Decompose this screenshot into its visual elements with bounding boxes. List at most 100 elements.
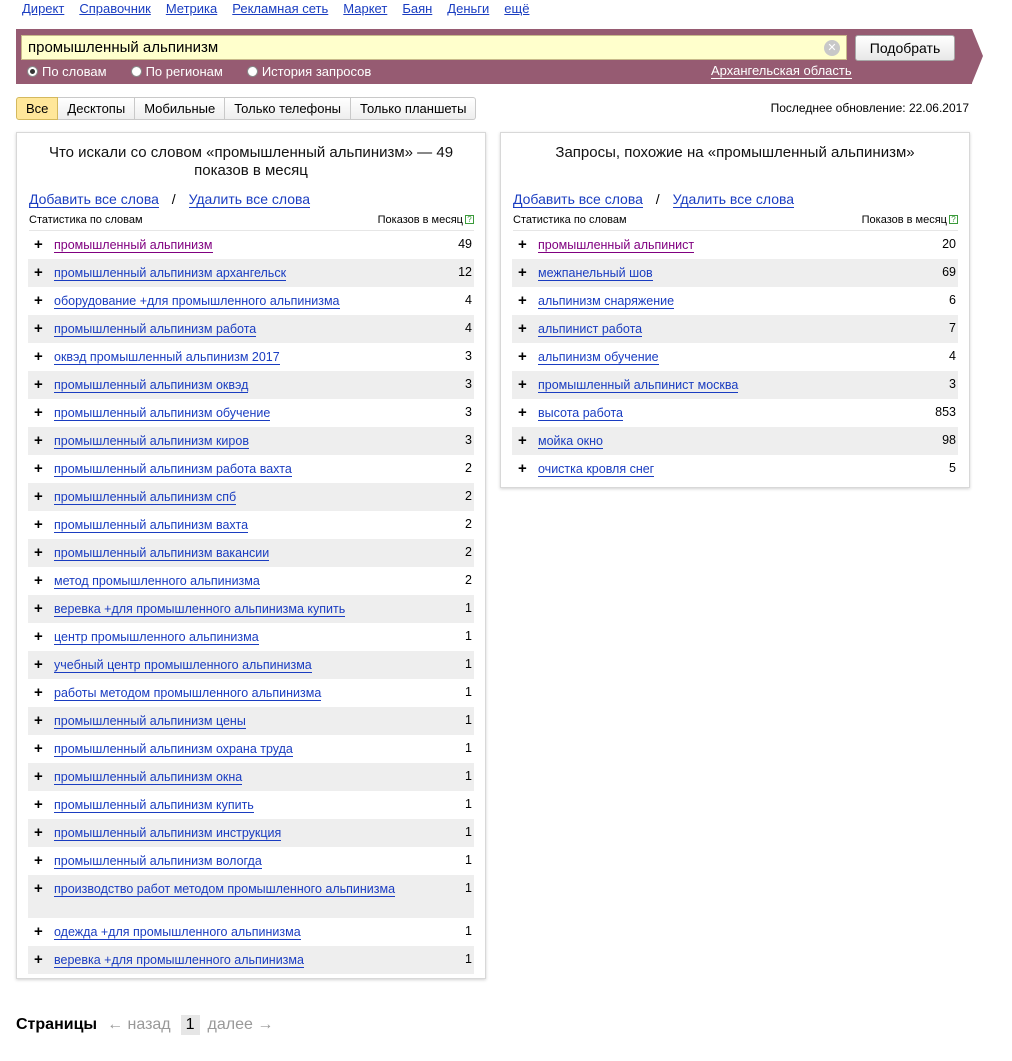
plus-icon[interactable]: + <box>518 377 532 392</box>
phrase-link[interactable]: промышленный альпинизм вологда <box>54 854 262 869</box>
plus-icon[interactable]: + <box>34 321 48 336</box>
radio-unchecked-icon[interactable] <box>246 66 258 77</box>
phrase-link[interactable]: веревка +для промышленного альпинизма <box>54 953 304 968</box>
plus-icon[interactable]: + <box>34 405 48 420</box>
plus-icon[interactable]: + <box>34 881 48 896</box>
tab-all[interactable]: Все <box>16 97 59 120</box>
remove-all-words-link[interactable]: Удалить все слова <box>672 191 795 208</box>
phrase-link[interactable]: промышленный альпинизм оквэд <box>54 378 249 393</box>
nav-direct[interactable]: Директ <box>22 1 64 17</box>
plus-icon[interactable]: + <box>34 657 48 672</box>
plus-icon[interactable]: + <box>34 825 48 840</box>
phrase-link[interactable]: промышленный альпинизм окна <box>54 770 243 785</box>
phrase-link[interactable]: мойка окно <box>538 434 603 449</box>
search-input[interactable] <box>22 36 824 59</box>
nav-metrika[interactable]: Метрика <box>166 1 217 17</box>
phrase-link[interactable]: промышленный альпинизм инструкция <box>54 826 282 841</box>
submit-button[interactable]: Подобрать <box>855 35 955 61</box>
plus-icon[interactable]: + <box>34 713 48 728</box>
phrase-link[interactable]: производство работ методом промышленного… <box>54 882 396 897</box>
add-all-words-link[interactable]: Добавить все слова <box>513 191 643 208</box>
table-row: + промышленный альпинизм киров 3 <box>28 427 474 455</box>
phrase-link[interactable]: одежда +для промышленного альпинизма <box>54 925 301 940</box>
plus-icon[interactable]: + <box>34 265 48 280</box>
plus-icon[interactable]: + <box>34 461 48 476</box>
plus-icon[interactable]: + <box>34 573 48 588</box>
phrase-link[interactable]: промышленный альпинизм вахта <box>54 518 249 533</box>
phrase-link[interactable]: промышленный альпинизм <box>54 238 213 253</box>
phrase-link[interactable]: промышленный альпинизм цены <box>54 714 246 729</box>
plus-icon[interactable]: + <box>518 405 532 420</box>
radio-checked-icon[interactable] <box>27 66 38 77</box>
phrase-link[interactable]: высота работа <box>538 406 623 421</box>
plus-icon[interactable]: + <box>34 769 48 784</box>
phrase-link[interactable]: межпанельный шов <box>538 266 653 281</box>
plus-icon[interactable]: + <box>34 293 48 308</box>
phrase-link[interactable]: альпинизм обучение <box>538 350 659 365</box>
plus-icon[interactable]: + <box>518 237 532 252</box>
phrase-link[interactable]: промышленный альпинизм архангельск <box>54 266 287 281</box>
plus-icon[interactable]: + <box>34 629 48 644</box>
region-selector-link[interactable]: Архангельская область <box>711 64 852 79</box>
tab-phones-only[interactable]: Только телефоны <box>225 97 352 120</box>
remove-all-words-link[interactable]: Удалить все слова <box>188 191 311 208</box>
plus-icon[interactable]: + <box>518 293 532 308</box>
plus-icon[interactable]: + <box>34 741 48 756</box>
phrase-link[interactable]: промышленный альпинизм спб <box>54 490 237 505</box>
plus-icon[interactable]: + <box>34 797 48 812</box>
phrase-link[interactable]: промышленный альпинист москва <box>538 378 739 393</box>
plus-icon[interactable]: + <box>34 237 48 252</box>
clear-icon[interactable]: ✕ <box>824 39 840 56</box>
plus-icon[interactable]: + <box>34 377 48 392</box>
plus-icon[interactable]: + <box>518 433 532 448</box>
tab-desktops[interactable]: Десктопы <box>58 97 136 120</box>
nav-bayan[interactable]: Баян <box>402 1 432 17</box>
plus-icon[interactable]: + <box>34 433 48 448</box>
tab-tablets-only[interactable]: Только планшеты <box>351 97 477 120</box>
phrase-link[interactable]: альпинизм снаряжение <box>538 294 675 309</box>
plus-icon[interactable]: + <box>34 853 48 868</box>
plus-icon[interactable]: + <box>34 601 48 616</box>
phrase-link[interactable]: оборудование +для промышленного альпиниз… <box>54 294 340 309</box>
plus-icon[interactable]: + <box>34 952 48 967</box>
phrase-link[interactable]: промышленный альпинизм работа <box>54 322 257 337</box>
phrase-link[interactable]: промышленный альпинист <box>538 238 695 253</box>
phrase-link[interactable]: веревка +для промышленного альпинизма ку… <box>54 602 346 617</box>
nav-ad-network[interactable]: Рекламная сеть <box>232 1 328 17</box>
phrase-link[interactable]: промышленный альпинизм работа вахта <box>54 462 292 477</box>
help-icon[interactable]: ? <box>465 215 474 224</box>
phrase-link[interactable]: промышленный альпинизм купить <box>54 798 254 813</box>
help-icon[interactable]: ? <box>949 215 958 224</box>
plus-icon[interactable]: + <box>34 349 48 364</box>
mode-history[interactable]: История запросов <box>246 64 371 79</box>
phrase-link[interactable]: промышленный альпинизм киров <box>54 434 249 449</box>
phrase-link[interactable]: центр промышленного альпинизма <box>54 630 259 645</box>
plus-icon[interactable]: + <box>34 924 48 939</box>
plus-icon[interactable]: + <box>34 545 48 560</box>
mode-by-regions[interactable]: По регионам <box>130 64 223 79</box>
plus-icon[interactable]: + <box>518 321 532 336</box>
plus-icon[interactable]: + <box>34 685 48 700</box>
phrase-link[interactable]: учебный центр промышленного альпинизма <box>54 658 312 673</box>
nav-market[interactable]: Маркет <box>343 1 387 17</box>
radio-unchecked-icon[interactable] <box>130 66 142 77</box>
plus-icon[interactable]: + <box>518 461 532 476</box>
plus-icon[interactable]: + <box>34 489 48 504</box>
nav-spravochnik[interactable]: Справочник <box>79 1 151 17</box>
phrase-link[interactable]: промышленный альпинизм обучение <box>54 406 271 421</box>
phrase-link[interactable]: промышленный альпинизм вакансии <box>54 546 270 561</box>
phrase-link[interactable]: очистка кровля снег <box>538 462 655 477</box>
plus-icon[interactable]: + <box>518 349 532 364</box>
mode-by-words[interactable]: По словам <box>27 64 107 79</box>
phrase-link[interactable]: промышленный альпинизм охрана труда <box>54 742 293 757</box>
plus-icon[interactable]: + <box>34 517 48 532</box>
nav-more[interactable]: ещё <box>504 1 529 17</box>
plus-icon[interactable]: + <box>518 265 532 280</box>
phrase-link[interactable]: оквэд промышленный альпинизм 2017 <box>54 350 280 365</box>
phrase-link[interactable]: работы методом промышленного альпинизма <box>54 686 322 701</box>
add-all-words-link[interactable]: Добавить все слова <box>29 191 159 208</box>
phrase-link[interactable]: метод промышленного альпинизма <box>54 574 260 589</box>
tab-mobile[interactable]: Мобильные <box>135 97 226 120</box>
phrase-link[interactable]: альпинист работа <box>538 322 643 337</box>
nav-dengi[interactable]: Деньги <box>447 1 489 17</box>
